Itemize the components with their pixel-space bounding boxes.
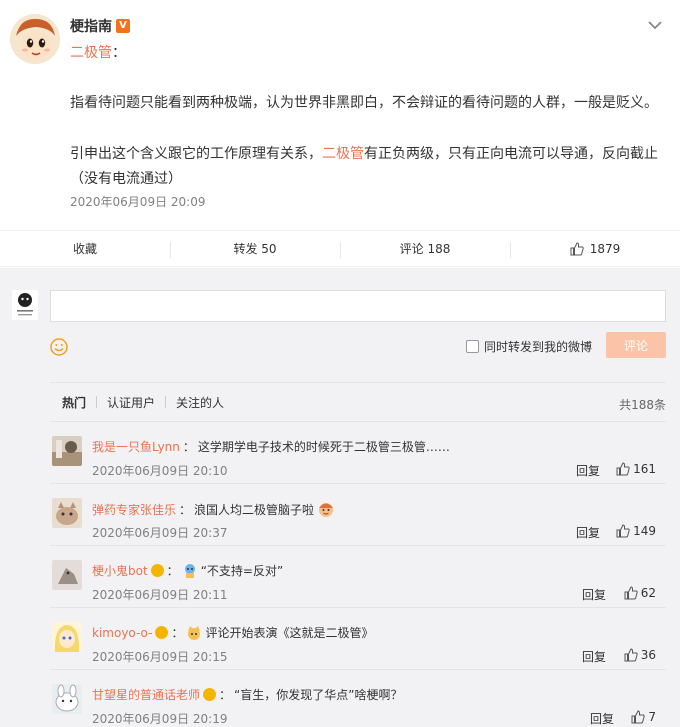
topic-line: 二极管：	[70, 45, 126, 61]
comment-item: 甘望星的普通话老师 ： “盲生，你发现了华点”啥梗啊？ 2020年06月09日 …	[50, 670, 666, 727]
comment-timestamp: 2020年06月09日 20:15	[92, 650, 228, 664]
member-badge-icon	[150, 564, 164, 577]
comment-text-row: 弹药专家张佳乐 ： 浪国人均二极管脑子啦	[92, 500, 335, 518]
comment-body: 浪国人均二极管脑子啦	[194, 502, 315, 517]
comment-like-button[interactable]: 149	[616, 524, 656, 538]
comment-like-button[interactable]: 161	[616, 462, 656, 476]
thumbs-up-icon	[624, 586, 638, 600]
divider	[165, 396, 167, 408]
commenter-avatar[interactable]	[52, 560, 82, 590]
comment-timestamp: 2020年06月09日 20:10	[92, 464, 228, 478]
divider	[96, 396, 98, 408]
comment-timestamp: 2020年06月09日 20:19	[92, 712, 228, 726]
thumbs-up-icon	[570, 241, 584, 255]
thumbs-up-icon	[624, 648, 638, 662]
doll-emoji-icon	[184, 563, 195, 578]
thumbs-up-icon	[616, 524, 630, 538]
commenter-name[interactable]: 梗小鬼bot	[92, 562, 148, 579]
author-avatar[interactable]	[10, 14, 60, 64]
favorite-button[interactable]: 收藏	[0, 231, 170, 266]
commenter-name[interactable]: 我是一只鱼Lynn	[92, 438, 180, 455]
comment-total: 共188条	[619, 398, 666, 412]
post-paragraph-2: 引申出这个含义跟它的工作原理有关系，二极管有正负两级，只有正向电流可以导通，反向…	[70, 146, 658, 187]
comment-item: 我是一只鱼Lynn ： 这学期学电子技术的时候死于二极管三极管…… 2020年0…	[50, 422, 666, 484]
reply-button[interactable]: 回复	[576, 524, 600, 541]
comment-item: kimoyo-o- ： 评论开始表演《这就是二极管》 2020年06月09日 2…	[50, 608, 666, 670]
comment-like-button[interactable]: 62	[624, 586, 656, 600]
member-badge-icon	[203, 688, 217, 701]
comment-text-row: 甘望星的普通话老师 ： “盲生，你发现了华点”啥梗啊？	[92, 686, 403, 703]
comment-like-count: 161	[633, 462, 656, 476]
filter-following[interactable]: 关注的人	[176, 394, 234, 411]
like-button[interactable]: 1879	[510, 231, 680, 266]
forward-checkbox[interactable]	[466, 340, 479, 353]
commenter-avatar[interactable]	[52, 498, 82, 528]
face-emoji-icon	[319, 503, 334, 517]
like-count: 1879	[589, 241, 621, 256]
comment-body: “不支持=反对”	[200, 564, 284, 578]
thumbs-up-icon	[616, 462, 630, 476]
comment-timestamp: 2020年06月09日 20:11	[92, 588, 228, 602]
weibo-post: 梗指南 V 二极管： 指看待问题只能看到两种极端，认为世界非黑即白，不会辩证的看…	[0, 0, 680, 230]
comment-input[interactable]	[50, 290, 666, 322]
comment-like-button[interactable]: 36	[624, 648, 656, 662]
comment-button[interactable]: 评论 188	[340, 231, 510, 266]
commenter-avatar[interactable]	[52, 436, 82, 466]
comment-timestamp: 2020年06月09日 20:37	[92, 526, 228, 540]
commenter-avatar[interactable]	[52, 684, 82, 714]
comment-text-row: 我是一只鱼Lynn ： 这学期学电子技术的时候死于二极管三极管……	[92, 438, 450, 455]
chevron-down-icon[interactable]	[646, 16, 664, 34]
verified-badge-icon: V	[116, 19, 130, 33]
comment-filter-bar: 热门 认证用户 关注的人 共188条	[50, 382, 666, 422]
comment-item: 弹药专家张佳乐 ： 浪国人均二极管脑子啦 2020年06月09日 20:37 回…	[50, 484, 666, 546]
reply-button[interactable]: 回复	[582, 648, 606, 665]
comment-item: 梗小鬼bot ： “不支持=反对” 2020年06月09日 20:11 回复 6…	[50, 546, 666, 608]
reply-button[interactable]: 回复	[582, 586, 606, 603]
reply-button[interactable]: 回复	[576, 462, 600, 479]
author-name[interactable]: 梗指南	[70, 16, 112, 36]
comment-like-count: 149	[633, 524, 656, 538]
post-paragraph-1: 指看待问题只能看到两种极端，认为世界非黑即白，不会辩证的看待问题的人群，一般是贬…	[70, 95, 658, 111]
filter-hot[interactable]: 热门	[62, 394, 96, 411]
comment-text-row: 梗小鬼bot ： “不支持=反对”	[92, 562, 284, 579]
filter-verified[interactable]: 认证用户	[107, 394, 165, 411]
current-user-avatar[interactable]	[12, 290, 38, 320]
post-timestamp[interactable]: 2020年06月09日 20:09	[70, 193, 205, 210]
commenter-avatar[interactable]	[52, 622, 82, 652]
comment-like-button[interactable]: 7	[631, 710, 656, 724]
comment-text-row: kimoyo-o- ： 评论开始表演《这就是二极管》	[92, 625, 374, 640]
commenter-name[interactable]: kimoyo-o-	[92, 626, 152, 640]
comment-like-count: 62	[640, 586, 656, 600]
post-action-bar: 收藏 转发 50 评论 188 1879	[0, 230, 680, 267]
thumbs-up-icon	[631, 710, 646, 724]
comment-body: 评论开始表演《这就是二极管》	[205, 626, 374, 640]
commenter-name[interactable]: 弹药专家张佳乐	[92, 501, 176, 518]
member-badge-icon	[155, 626, 169, 639]
topic-tag-link[interactable]: 二极管	[70, 45, 112, 61]
forward-to-weibo-option[interactable]: 同时转发到我的微博	[466, 338, 592, 355]
reply-button[interactable]: 回复	[590, 710, 614, 727]
emoji-icon[interactable]	[50, 338, 68, 356]
author-name-row: 梗指南 V	[70, 16, 130, 36]
cat-emoji-icon	[188, 625, 201, 640]
topic-link-inline[interactable]: 二极管	[322, 146, 364, 162]
comment-like-count: 36	[640, 648, 656, 662]
comment-body: 这学期学电子技术的时候死于二极管三极管……	[197, 440, 450, 454]
repost-button[interactable]: 转发 50	[170, 231, 340, 266]
comment-body: “盲生，你发现了华点”啥梗啊？	[234, 688, 403, 702]
comment-section: 同时转发到我的微博 评论 热门 认证用户 关注的人 共188条 我是一只鱼Lyn…	[0, 268, 680, 727]
commenter-name[interactable]: 甘望星的普通话老师	[92, 686, 200, 703]
comment-like-count: 7	[648, 710, 656, 724]
submit-comment-button[interactable]: 评论	[606, 332, 666, 358]
comment-list: 热门 认证用户 关注的人 共188条 我是一只鱼Lynn ： 这学期学电子技术的…	[50, 382, 666, 727]
